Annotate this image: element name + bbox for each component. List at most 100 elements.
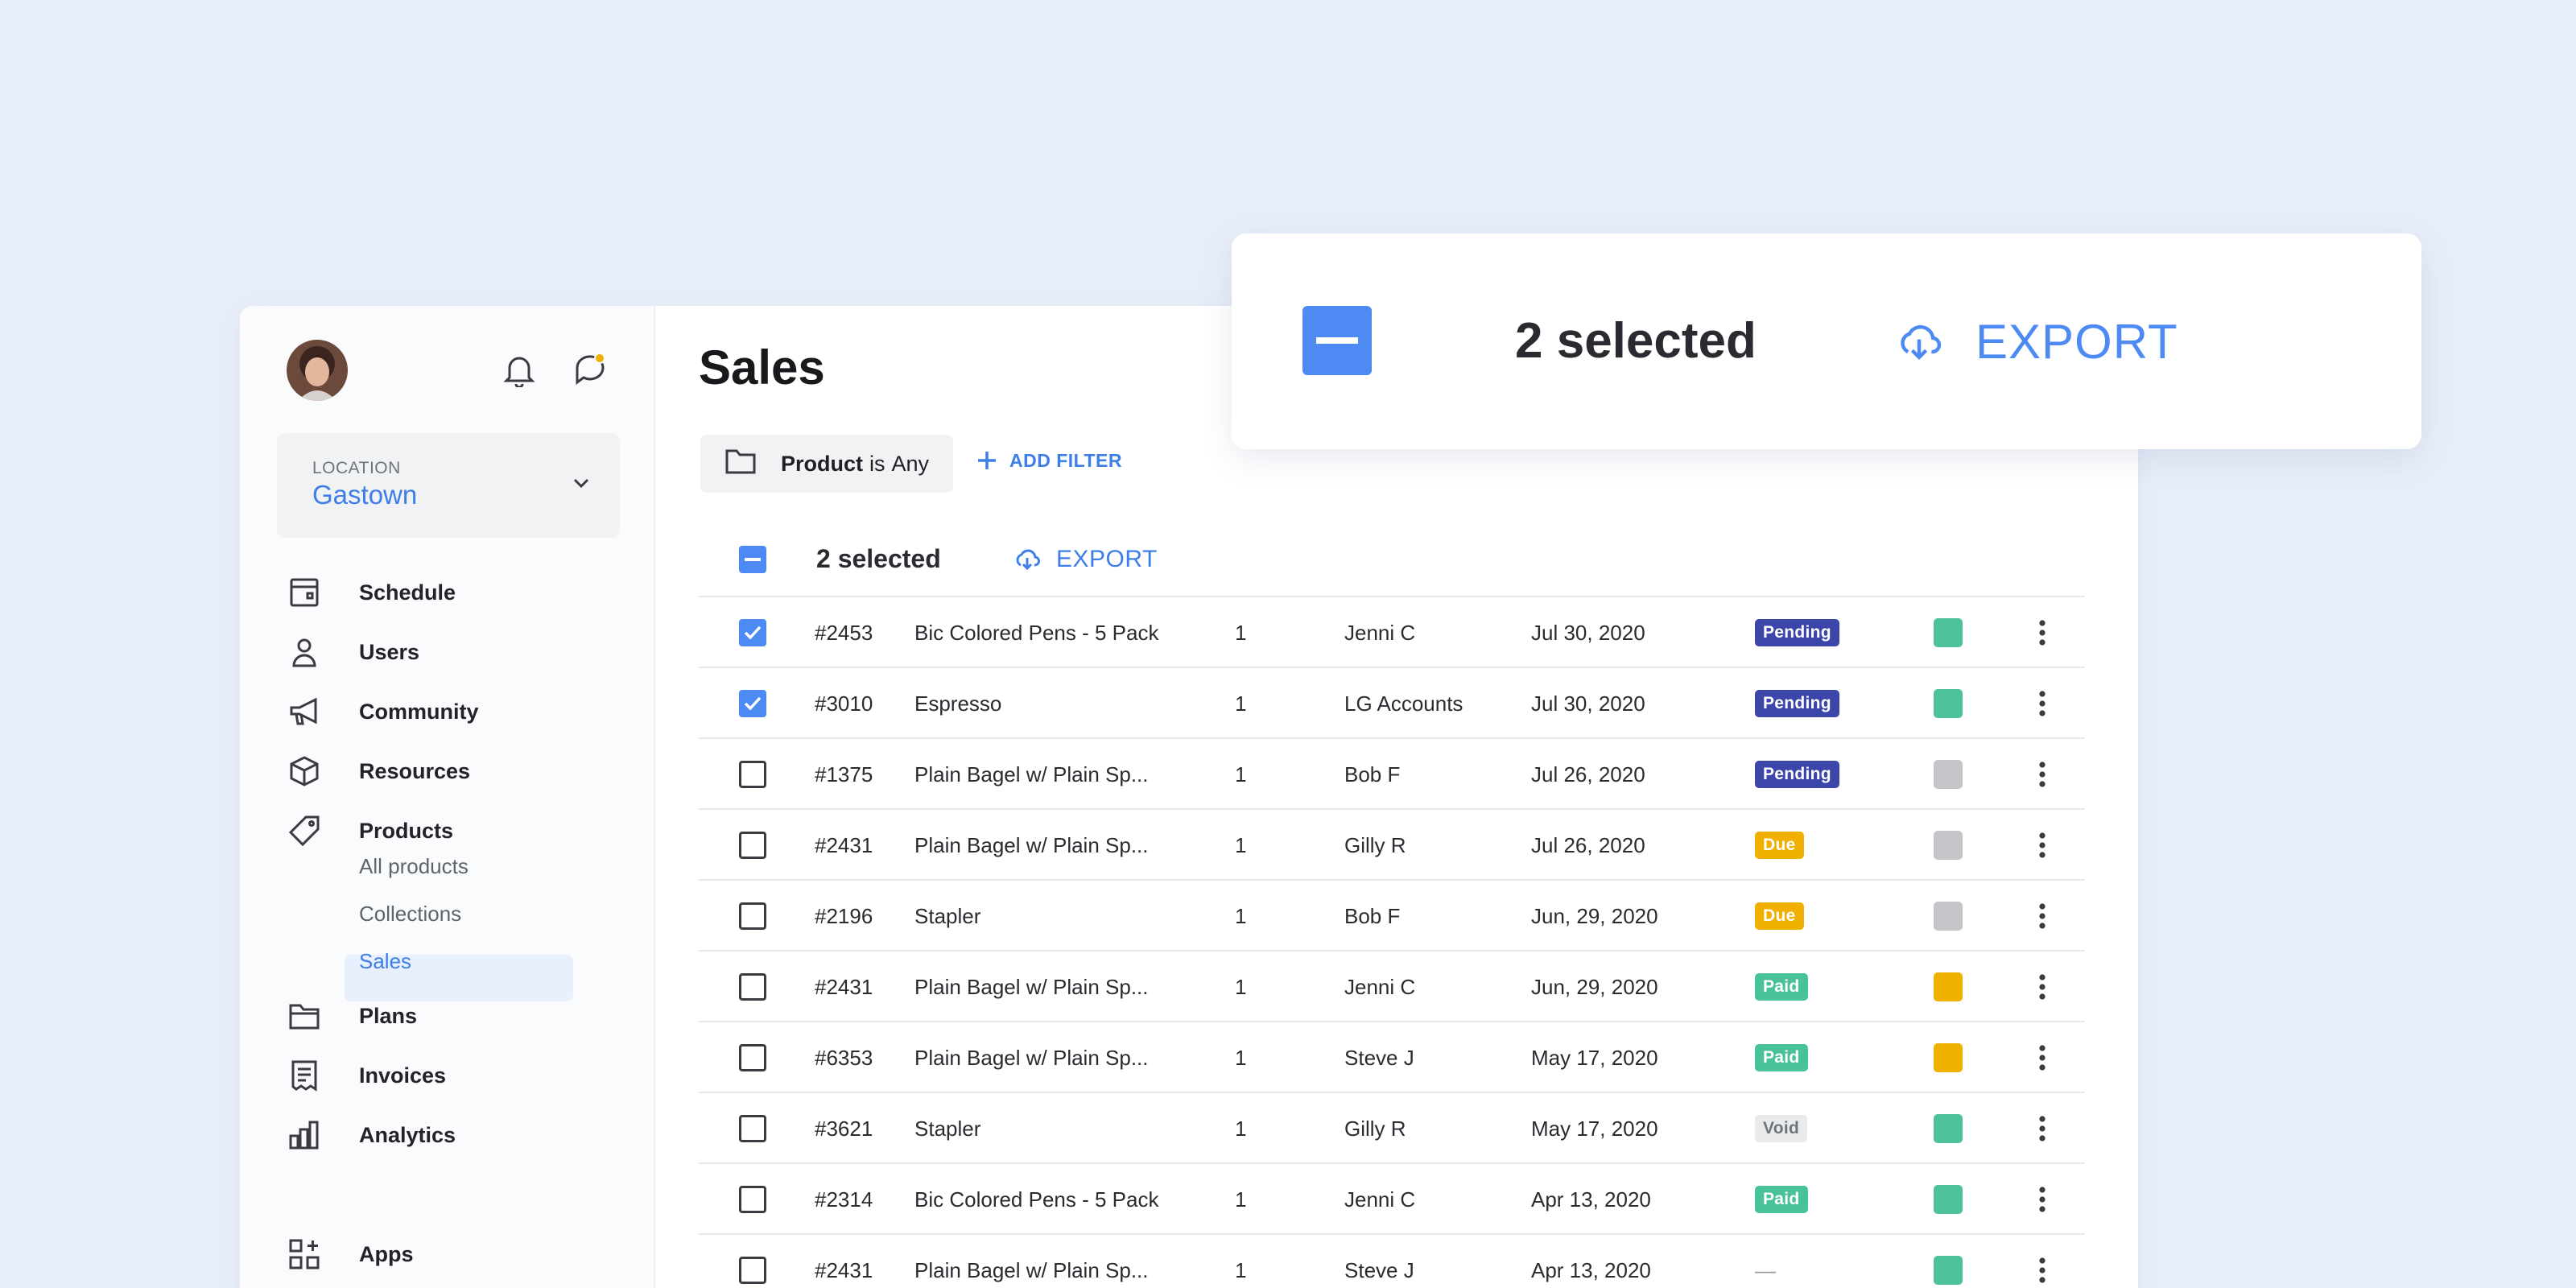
row-checkbox[interactable]	[739, 902, 766, 930]
color-swatch	[1934, 618, 1963, 647]
row-checkbox-cell	[739, 952, 766, 1022]
export-button-large[interactable]: EXPORT	[1897, 314, 2178, 369]
row-checkbox[interactable]	[739, 690, 766, 717]
select-all-checkbox-large[interactable]	[1302, 306, 1372, 375]
order-date: Apr 13, 2020	[1531, 1257, 1651, 1282]
selection-callout: 2 selected EXPORT	[1232, 233, 2421, 449]
sidebar-item-users[interactable]: Users	[287, 633, 419, 671]
more-options-button[interactable]	[2038, 1235, 2046, 1288]
table-row[interactable]: #3621 Stapler 1 Gilly R May 17, 2020 Void	[699, 1092, 2085, 1162]
order-date: May 17, 2020	[1531, 1045, 1658, 1070]
row-checkbox[interactable]	[739, 1257, 766, 1284]
status-cell: Due	[1755, 810, 1804, 881]
product-name: Bic Colored Pens - 5 Pack	[914, 1187, 1159, 1212]
sidebar-subitem-all-products[interactable]: All products	[359, 852, 469, 881]
select-all-checkbox[interactable]	[739, 546, 766, 573]
row-checkbox[interactable]	[739, 761, 766, 788]
add-filter-button[interactable]: ADD FILTER	[976, 449, 1122, 472]
status-cell: —	[1755, 1235, 1776, 1288]
quantity: 1	[1235, 762, 1247, 786]
more-options-button[interactable]	[2038, 1022, 2046, 1093]
receipt-icon	[287, 1058, 322, 1093]
order-id: #1375	[815, 762, 873, 786]
quantity: 1	[1235, 691, 1247, 716]
product-name: Plain Bagel w/ Plain Sp...	[914, 1045, 1149, 1070]
customer-name: Steve J	[1344, 1045, 1414, 1070]
more-options-button[interactable]	[2038, 1093, 2046, 1164]
product-name: Plain Bagel w/ Plain Sp...	[914, 832, 1149, 857]
color-swatch	[1934, 1114, 1963, 1143]
status-cell: Pending	[1755, 597, 1839, 668]
sidebar-item-label: Resources	[359, 758, 471, 783]
status-badge: Void	[1755, 1115, 1808, 1142]
sidebar-item-community[interactable]: Community	[287, 692, 479, 731]
table-row[interactable]: #2431 Plain Bagel w/ Plain Sp... 1 Jenni C J…	[699, 950, 2085, 1021]
table-row[interactable]: #2314 Bic Colored Pens - 5 Pack 1 Jenni C Ap…	[699, 1162, 2085, 1233]
sidebar-item-schedule[interactable]: Schedule	[287, 573, 456, 612]
filter-operator: is	[869, 451, 886, 476]
row-checkbox-cell	[739, 810, 766, 881]
row-checkbox[interactable]	[739, 1186, 766, 1213]
table-row[interactable]: #6353 Plain Bagel w/ Plain Sp... 1 Steve J M…	[699, 1021, 2085, 1092]
sidebar-item-plans[interactable]: Plans	[287, 997, 417, 1035]
export-label: EXPORT	[1056, 546, 1158, 572]
row-checkbox[interactable]	[739, 619, 766, 646]
sidebar-item-label: Products	[359, 818, 454, 843]
plus-icon	[978, 452, 996, 469]
row-checkbox[interactable]	[739, 1115, 766, 1142]
bell-icon[interactable]	[499, 349, 539, 390]
status-badge: Pending	[1755, 690, 1839, 717]
row-checkbox[interactable]	[739, 1044, 766, 1071]
more-options-button[interactable]	[2038, 952, 2046, 1022]
status-cell: Paid	[1755, 952, 1808, 1022]
table-row[interactable]: #2431 Plain Bagel w/ Plain Sp... 1 Steve J A…	[699, 1233, 2085, 1288]
location-selector[interactable]: LOCATION Gastown	[277, 433, 620, 538]
sidebar-item-resources[interactable]: Resources	[287, 752, 470, 791]
sidebar-item-products[interactable]: Products	[287, 811, 453, 850]
row-checkbox-cell	[739, 1235, 766, 1288]
color-swatch	[1934, 1043, 1963, 1072]
color-swatch	[1934, 902, 1963, 931]
product-filter-chip[interactable]: Product is Any	[700, 435, 954, 493]
sidebar-item-apps[interactable]: Apps	[287, 1235, 414, 1274]
customer-name: Gilly R	[1344, 1116, 1406, 1141]
more-options-button[interactable]	[2038, 810, 2046, 881]
sidebar-item-analytics[interactable]: Analytics	[287, 1116, 456, 1154]
more-options-button[interactable]	[2038, 739, 2046, 810]
sidebar-item-invoices[interactable]: Invoices	[287, 1056, 446, 1095]
more-options-button[interactable]	[2038, 597, 2046, 668]
avatar[interactable]	[287, 340, 348, 401]
table-row[interactable]: #3010 Espresso 1 LG Accounts Jul 30, 2020 Pen…	[699, 667, 2085, 737]
row-checkbox-cell	[739, 668, 766, 739]
table-row[interactable]: #2196 Stapler 1 Bob F Jun, 29, 2020 Due	[699, 879, 2085, 950]
table-row[interactable]: #2453 Bic Colored Pens - 5 Pack 1 Jenni C Ju…	[699, 596, 2085, 667]
more-options-button[interactable]	[2038, 1164, 2046, 1235]
color-swatch-cell	[1934, 739, 1963, 810]
chat-icon[interactable]	[570, 349, 610, 390]
color-swatch-cell	[1934, 881, 1963, 952]
export-button[interactable]: EXPORT	[1014, 546, 1158, 573]
table-row[interactable]: #1375 Plain Bagel w/ Plain Sp... 1 Bob F Jul…	[699, 737, 2085, 808]
more-options-button[interactable]	[2038, 668, 2046, 739]
order-id: #2453	[815, 620, 873, 645]
table-row[interactable]: #2431 Plain Bagel w/ Plain Sp... 1 Gilly R J…	[699, 808, 2085, 879]
row-checkbox[interactable]	[739, 973, 766, 1001]
add-filter-label: ADD FILTER	[1009, 449, 1123, 471]
folder-icon	[724, 448, 757, 481]
sidebar-subitem-sales[interactable]: Sales	[359, 947, 411, 976]
selection-bar: 2 selected EXPORT	[699, 525, 2085, 594]
customer-name: Bob F	[1344, 762, 1401, 786]
customer-name: Jenni C	[1344, 974, 1416, 999]
more-options-button[interactable]	[2038, 881, 2046, 952]
filter-value: Any	[891, 451, 930, 476]
order-date: May 17, 2020	[1531, 1116, 1658, 1141]
color-swatch	[1934, 831, 1963, 860]
cube-icon	[287, 753, 322, 789]
order-date: Jul 26, 2020	[1531, 832, 1645, 857]
row-checkbox[interactable]	[739, 832, 766, 859]
row-checkbox-cell	[739, 881, 766, 952]
filter-field: Product	[781, 451, 864, 476]
sidebar-subitem-collections[interactable]: Collections	[359, 899, 461, 928]
order-date: Jul 30, 2020	[1531, 691, 1645, 716]
status-badge: Paid	[1755, 1186, 1808, 1213]
